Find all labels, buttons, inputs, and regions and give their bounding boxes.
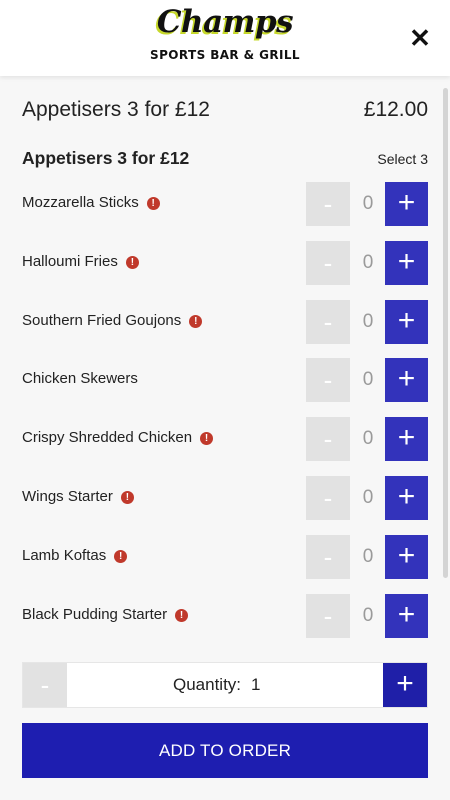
allergen-info-icon[interactable]: ! <box>146 197 160 210</box>
increment-button[interactable]: + <box>385 534 428 579</box>
allergen-info-icon[interactable]: ! <box>114 549 128 563</box>
option-group-title: Appetisers 3 for £12 <box>22 148 190 168</box>
increment-button[interactable]: + <box>385 299 428 344</box>
item-count: 0 <box>362 310 374 332</box>
allergen-info-icon[interactable]: ! <box>189 314 203 328</box>
item-count: 0 <box>362 251 374 273</box>
option-item: Mozzarella Sticks! -0 + <box>22 182 428 226</box>
champs-logo: Champs SPORTS BAR & GRILL <box>150 4 300 70</box>
option-group-header: Appetisers 3 for £12 Select 3 <box>22 148 428 172</box>
option-item: Wings Starter! -0 + <box>22 476 428 520</box>
option-item-label: Chicken Skewers <box>22 370 138 387</box>
close-icon[interactable]: ✕ <box>404 22 436 54</box>
decrement-button[interactable]: - <box>306 593 350 638</box>
decrement-button[interactable]: - <box>306 182 350 226</box>
option-item-label: Lamb Koftas! <box>22 546 128 564</box>
option-item-name: Mozzarella Sticks <box>22 194 139 211</box>
increment-button[interactable]: + <box>385 240 428 285</box>
option-item: Black Pudding Starter! -0 + <box>22 593 428 638</box>
scrollbar[interactable] <box>443 88 448 578</box>
quantity-label: Quantity: <box>173 675 242 694</box>
header: Champs SPORTS BAR & GRILL ✕ <box>0 0 450 76</box>
increment-button[interactable]: + <box>385 358 428 403</box>
option-item-name: Halloumi Fries <box>22 252 118 270</box>
increment-button[interactable]: + <box>385 593 428 638</box>
quantity-plus-button[interactable]: + <box>383 663 427 707</box>
option-group-instruction: Select 3 <box>377 151 428 167</box>
option-item: Halloumi Fries! -0 + <box>22 240 428 285</box>
option-item-name: Southern Fried Goujons <box>22 311 182 329</box>
option-item: Crispy Shredded Chicken! -0 + <box>22 417 428 462</box>
option-item-name: Crispy Shredded Chicken <box>22 429 193 447</box>
item-count: 0 <box>362 604 374 626</box>
option-item-name: Black Pudding Starter <box>22 605 168 623</box>
logo-subtitle: SPORTS BAR & GRILL <box>150 48 300 62</box>
option-item-label: Crispy Shredded Chicken! <box>22 429 214 447</box>
deal-title-row: Appetisers 3 for £12 £12.00 <box>22 98 428 128</box>
option-item-label: Halloumi Fries! <box>22 253 139 270</box>
item-count: 0 <box>362 369 374 391</box>
item-count: 0 <box>362 428 374 450</box>
option-item: Southern Fried Goujons! -0 + <box>22 299 428 344</box>
option-item-name: Chicken Skewers <box>22 370 138 388</box>
option-item-label: Southern Fried Goujons! <box>22 311 203 329</box>
quantity-stepper: - Quantity: 1 + <box>22 662 428 708</box>
decrement-button[interactable]: - <box>306 240 350 285</box>
decrement-button[interactable]: - <box>306 417 350 462</box>
allergen-info-icon[interactable]: ! <box>120 491 134 504</box>
item-count: 0 <box>362 545 374 567</box>
option-item: Chicken Skewers -0 + <box>22 358 428 403</box>
allergen-info-icon[interactable]: ! <box>200 432 214 446</box>
increment-button[interactable]: + <box>385 417 428 462</box>
add-to-order-button[interactable]: ADD TO ORDER <box>22 723 428 778</box>
option-item-label: Black Pudding Starter! <box>22 605 189 623</box>
option-item: Lamb Koftas! -0 + <box>22 534 428 579</box>
option-item-name: Lamb Koftas <box>22 546 107 564</box>
option-item-name: Wings Starter <box>22 488 113 505</box>
allergen-info-icon[interactable]: ! <box>125 255 139 269</box>
decrement-button[interactable]: - <box>306 358 350 403</box>
increment-button[interactable]: + <box>385 476 428 520</box>
quantity-display: Quantity: 1 <box>173 663 261 707</box>
logo-script-text: Champs <box>156 4 294 40</box>
allergen-info-icon[interactable]: ! <box>175 608 189 622</box>
deal-title: Appetisers 3 for £12 <box>22 98 210 121</box>
increment-button[interactable]: + <box>385 182 428 226</box>
quantity-value: 1 <box>251 675 261 694</box>
item-count: 0 <box>362 487 374 508</box>
decrement-button[interactable]: - <box>306 299 350 344</box>
decrement-button[interactable]: - <box>306 534 350 579</box>
decrement-button[interactable]: - <box>306 476 350 520</box>
deal-price: £12.00 <box>363 98 428 121</box>
item-count: 0 <box>362 193 374 214</box>
quantity-minus-button[interactable]: - <box>23 663 67 707</box>
option-item-label: Wings Starter! <box>22 488 134 505</box>
option-item-label: Mozzarella Sticks! <box>22 194 160 211</box>
